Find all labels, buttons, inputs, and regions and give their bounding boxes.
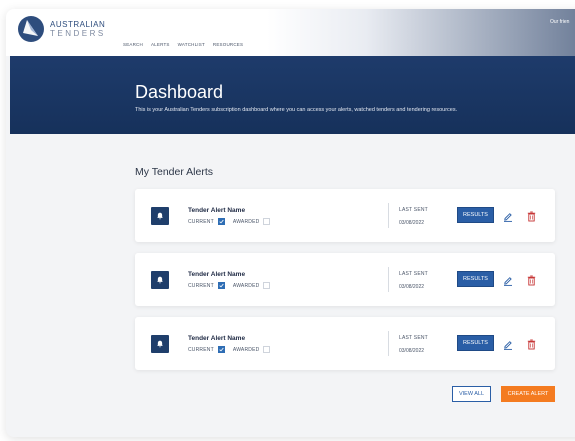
edit-pencil-icon[interactable] <box>503 209 513 227</box>
trash-icon[interactable] <box>527 337 536 355</box>
logo-line-1: AUSTRALIAN <box>50 20 106 29</box>
awarded-label: AWARDED <box>232 346 260 353</box>
create-alert-button[interactable]: CREATE ALERT <box>501 386 555 402</box>
current-label: CURRENT <box>188 282 214 289</box>
alert-status-filters: CURRENT AWARDED <box>188 282 271 289</box>
current-label: CURRENT <box>188 346 214 353</box>
bell-icon <box>151 271 169 289</box>
last-sent-label: LAST SENT <box>399 207 428 213</box>
alert-status-filters: CURRENT AWARDED <box>188 346 271 353</box>
alert-name: Tender Alert Name <box>188 271 246 278</box>
current-checkbox[interactable] <box>217 282 225 289</box>
logo-wordmark: AUSTRALIAN TENDERS <box>50 20 106 38</box>
results-button[interactable]: RESULTS <box>457 335 494 351</box>
dashboard-hero: Dashboard This is your Australian Tender… <box>10 56 575 134</box>
awarded-label: AWARDED <box>232 218 260 225</box>
alert-status-filters: CURRENT AWARDED <box>188 218 271 225</box>
last-sent-label: LAST SENT <box>399 271 428 277</box>
bell-icon <box>151 207 169 225</box>
alert-card: Tender Alert Name CURRENT AWARDED LAST S… <box>135 253 555 306</box>
view-all-button[interactable]: VIEW ALL <box>452 386 491 402</box>
nav-search[interactable]: SEARCH <box>123 42 143 47</box>
site-logo[interactable]: AUSTRALIAN TENDERS <box>18 16 106 42</box>
check-icon <box>219 347 224 352</box>
trash-icon[interactable] <box>527 273 536 291</box>
nav-alerts[interactable]: ALERTS <box>151 42 170 47</box>
page-title: Dashboard <box>135 82 224 102</box>
last-sent-label: LAST SENT <box>399 335 428 341</box>
main-nav: SEARCH ALERTS WATCHLIST RESOURCES <box>123 42 243 47</box>
alert-name: Tender Alert Name <box>188 207 246 214</box>
card-divider <box>388 203 389 228</box>
current-checkbox[interactable] <box>217 346 225 353</box>
check-icon <box>219 219 224 224</box>
nav-watchlist[interactable]: WATCHLIST <box>178 42 205 47</box>
section-title: My Tender Alerts <box>135 166 214 178</box>
alert-card: Tender Alert Name CURRENT AWARDED LAST S… <box>135 189 555 242</box>
last-sent-date: 03/08/2022 <box>399 220 425 226</box>
awarded-checkbox[interactable] <box>263 346 271 353</box>
alert-card: Tender Alert Name CURRENT AWARDED LAST S… <box>135 317 555 370</box>
check-icon <box>219 283 224 288</box>
card-divider <box>388 267 389 292</box>
trash-icon[interactable] <box>527 209 536 227</box>
edit-pencil-icon[interactable] <box>503 273 513 291</box>
edit-pencil-icon[interactable] <box>503 337 513 355</box>
current-label: CURRENT <box>188 218 214 225</box>
top-navigation-bar: AUSTRALIAN TENDERS SEARCH ALERTS WATCHLI… <box>6 9 575 56</box>
awarded-checkbox[interactable] <box>263 218 271 225</box>
awarded-checkbox[interactable] <box>263 282 271 289</box>
header-right-link[interactable]: Our frien <box>550 19 569 25</box>
logo-mark-icon <box>18 16 44 42</box>
current-checkbox[interactable] <box>217 218 225 225</box>
bell-icon <box>151 335 169 353</box>
last-sent-date: 03/08/2022 <box>399 284 425 290</box>
browser-frame: AUSTRALIAN TENDERS SEARCH ALERTS WATCHLI… <box>6 9 575 437</box>
results-button[interactable]: RESULTS <box>457 207 494 223</box>
awarded-label: AWARDED <box>232 282 260 289</box>
nav-resources[interactable]: RESOURCES <box>213 42 243 47</box>
card-divider <box>388 331 389 356</box>
results-button[interactable]: RESULTS <box>457 271 494 287</box>
last-sent-date: 03/08/2022 <box>399 348 425 354</box>
alert-name: Tender Alert Name <box>188 335 246 342</box>
page-subtitle: This is your Australian Tenders subscrip… <box>135 107 458 113</box>
logo-line-2: TENDERS <box>50 29 106 38</box>
